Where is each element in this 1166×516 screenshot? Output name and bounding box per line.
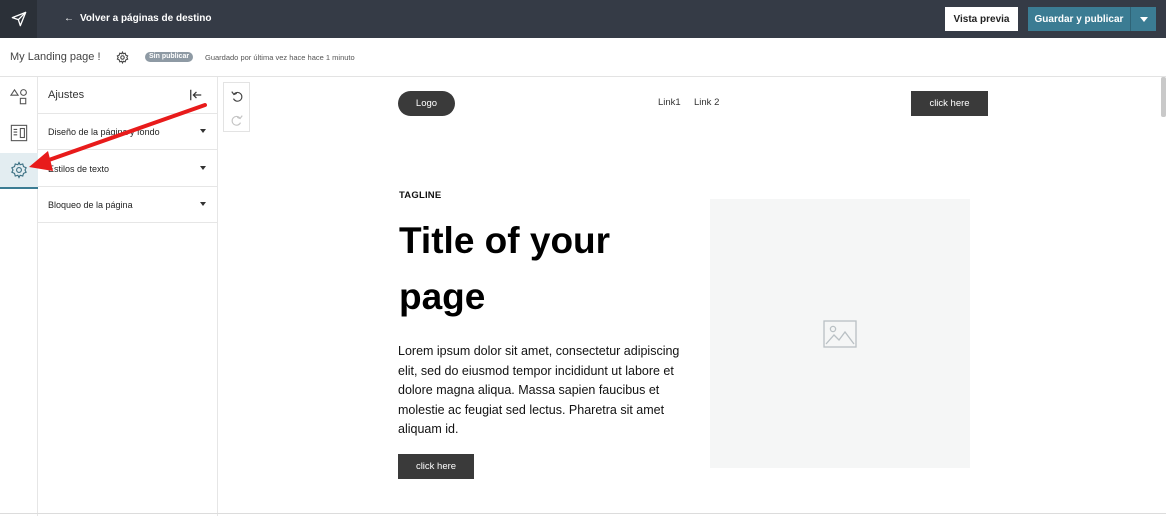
accordion-label: Estilos de texto <box>48 164 110 174</box>
last-saved-text: Guardado por última vez hace hace 1 minu… <box>205 53 355 62</box>
send-icon <box>11 11 26 27</box>
accordion-text-styles[interactable]: Estilos de texto <box>38 151 218 187</box>
publish-options-button[interactable] <box>1130 7 1156 31</box>
top-bar: ← Volver a páginas de destino Vista prev… <box>0 0 1166 38</box>
canvas-scrollbar[interactable] <box>1161 77 1166 117</box>
history-controls <box>223 82 250 132</box>
hero-body-text[interactable]: Lorem ipsum dolor sit amet, consectetur … <box>398 342 683 440</box>
page-info-bar: My Landing page ! Sin publicar Guardado … <box>0 38 1166 77</box>
settings-panel: Ajustes Diseño de la página y fondo Esti… <box>38 77 218 516</box>
undo-icon[interactable] <box>230 89 244 103</box>
redo-icon[interactable] <box>230 113 244 127</box>
image-placeholder-icon <box>823 319 857 348</box>
nav-click-here-button[interactable]: click here <box>911 91 988 116</box>
accordion-page-design[interactable]: Diseño de la página y fondo <box>38 114 218 150</box>
save-and-publish-button[interactable]: Guardar y publicar <box>1028 7 1130 31</box>
tool-rail <box>0 77 38 516</box>
hero-click-here-button[interactable]: click here <box>398 454 474 479</box>
nav-link-2[interactable]: Link 2 <box>694 97 719 108</box>
nav-link-1[interactable]: Link1 <box>658 97 681 108</box>
collapse-panel-icon[interactable] <box>189 88 203 102</box>
settings-icon <box>11 161 27 179</box>
back-to-landing-pages-link[interactable]: ← Volver a páginas de destino <box>64 0 212 38</box>
editor-canvas[interactable] <box>218 77 1162 513</box>
elements-icon <box>10 88 27 105</box>
caret-down-icon <box>200 166 206 170</box>
hero-tagline[interactable]: TAGLINE <box>399 190 441 201</box>
canvas-divider <box>0 513 1166 514</box>
hero-title[interactable]: Title of your page <box>399 213 689 325</box>
rail-elements-button[interactable] <box>0 79 38 115</box>
preview-button[interactable]: Vista previa <box>945 7 1018 31</box>
accordion-label: Bloqueo de la página <box>48 200 133 210</box>
back-link-label: Volver a páginas de destino <box>80 13 212 24</box>
caret-down-icon <box>200 202 206 206</box>
panel-header: Ajustes <box>38 77 218 114</box>
hero-image-placeholder[interactable] <box>710 199 970 468</box>
status-badge: Sin publicar <box>145 52 194 62</box>
accordion-label: Diseño de la página y fondo <box>48 127 160 137</box>
app-logo[interactable] <box>0 0 37 38</box>
page-name[interactable]: My Landing page ! <box>10 38 101 77</box>
layout-icon <box>10 124 28 142</box>
rail-settings-button[interactable] <box>0 153 38 189</box>
caret-down-icon <box>1139 16 1148 22</box>
arrow-left-icon: ← <box>64 13 74 24</box>
page-settings-gear-icon[interactable] <box>116 51 129 64</box>
caret-down-icon <box>200 129 206 133</box>
panel-title: Ajustes <box>48 89 85 101</box>
accordion-page-lock[interactable]: Bloqueo de la página <box>38 187 218 223</box>
rail-layout-button[interactable] <box>0 115 38 151</box>
landing-logo[interactable]: Logo <box>398 91 455 116</box>
